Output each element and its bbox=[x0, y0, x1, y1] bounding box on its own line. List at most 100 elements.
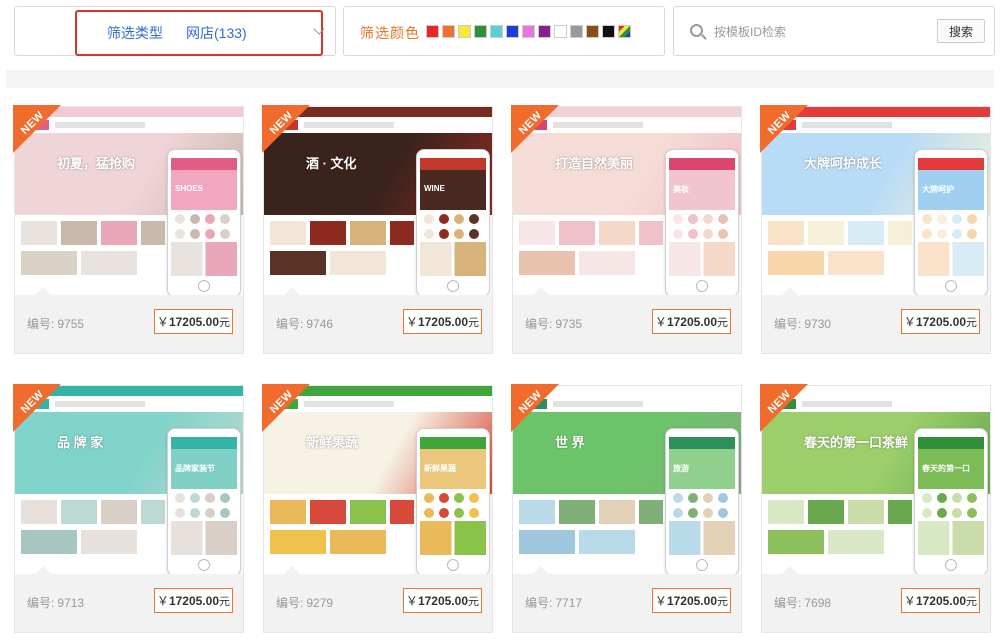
template-number: 编号: 7698 bbox=[774, 594, 831, 611]
mobile-header bbox=[420, 437, 486, 449]
search-button[interactable]: 搜索 bbox=[937, 19, 985, 43]
mobile-category-icon bbox=[937, 229, 947, 239]
phone-home-button bbox=[447, 559, 459, 571]
new-badge-label: NEW bbox=[516, 109, 545, 137]
template-card[interactable]: NEW 新鲜果蔬 新鲜果蔬 编号: 9279 ￥17205.00元 bbox=[262, 384, 493, 633]
price-currency: ￥ bbox=[903, 315, 916, 329]
color-swatch-11[interactable] bbox=[602, 25, 615, 38]
mobile-banner-title: 美妆 bbox=[673, 185, 689, 194]
price-currency: ￥ bbox=[654, 315, 667, 329]
template-number-value: 7717 bbox=[555, 596, 583, 610]
price-tag[interactable]: ￥17205.00元 bbox=[651, 309, 731, 334]
mobile-product-list bbox=[918, 242, 984, 276]
template-card[interactable]: NEW 春天的第一口茶鲜 春天的第一口 编号: 7698 ￥17205.00元 bbox=[760, 384, 991, 633]
mobile-category-icon bbox=[424, 508, 434, 518]
price-tag[interactable]: ￥17205.00元 bbox=[402, 309, 482, 334]
template-card[interactable]: NEW 大牌呵护成长 大牌呵护 编号: 9730 ￥17205.00元 bbox=[760, 105, 991, 354]
mobile-category-icon bbox=[688, 214, 698, 224]
mobile-category-icon bbox=[190, 229, 200, 239]
new-badge-label: NEW bbox=[516, 388, 545, 416]
preview-block bbox=[768, 500, 804, 524]
color-swatch-7[interactable] bbox=[538, 25, 551, 38]
template-id-search-input[interactable] bbox=[714, 19, 928, 45]
color-swatch-1[interactable] bbox=[442, 25, 455, 38]
mobile-category-icon bbox=[439, 214, 449, 224]
mobile-preview-screen: 春天的第一口 bbox=[918, 437, 984, 555]
template-number: 编号: 7717 bbox=[525, 594, 582, 611]
new-badge: NEW bbox=[511, 105, 571, 165]
template-number: 编号: 9730 bbox=[774, 315, 831, 332]
preview-block bbox=[639, 221, 663, 245]
template-number-label: 编号: bbox=[27, 317, 55, 331]
mobile-category-icon bbox=[703, 508, 713, 518]
template-card[interactable]: NEW 初夏，猛抢购 SHOES 编号: 9755 ￥17205.00元 bbox=[13, 105, 244, 354]
template-number-value: 9755 bbox=[57, 317, 85, 331]
template-number-label: 编号: bbox=[774, 317, 802, 331]
template-card[interactable]: NEW 打造自然美丽 美妆 编号: 9735 ￥17205.00元 bbox=[511, 105, 742, 354]
mobile-preview-screen: 美妆 bbox=[669, 158, 735, 276]
mobile-category-icon bbox=[922, 508, 932, 518]
color-swatch-9[interactable] bbox=[570, 25, 583, 38]
mobile-category-icon bbox=[922, 493, 932, 503]
preview-block bbox=[639, 500, 663, 524]
price-tag[interactable]: ￥17205.00元 bbox=[153, 309, 233, 334]
mobile-preview: 美妆 bbox=[665, 149, 739, 295]
template-number-label: 编号: bbox=[276, 317, 304, 331]
preview-block bbox=[350, 500, 386, 524]
price-tag[interactable]: ￥17205.00元 bbox=[900, 309, 980, 334]
mobile-product-list bbox=[918, 521, 984, 555]
price-unit: 元 bbox=[219, 317, 230, 329]
preview-block bbox=[519, 500, 555, 524]
preview-block bbox=[808, 221, 844, 245]
mobile-category-icon bbox=[205, 508, 215, 518]
mobile-category-icon bbox=[190, 214, 200, 224]
template-card[interactable]: NEW 世 界旅游 编号: 7717 ￥17205.00元 bbox=[511, 384, 742, 633]
price-tag[interactable]: ￥17205.00元 bbox=[900, 588, 980, 613]
card-footer: 编号: 7717 ￥17205.00元 bbox=[513, 566, 741, 632]
new-badge: NEW bbox=[760, 105, 820, 165]
mobile-category-icon bbox=[937, 214, 947, 224]
template-card[interactable]: NEW 酒 · 文化 WINE 编号: 9746 ￥17205.00元 bbox=[262, 105, 493, 354]
color-swatch-8[interactable] bbox=[554, 25, 567, 38]
template-number: 编号: 9279 bbox=[276, 594, 333, 611]
price-currency: ￥ bbox=[903, 594, 916, 608]
color-swatch-5[interactable] bbox=[506, 25, 519, 38]
preview-block bbox=[101, 221, 137, 245]
template-card[interactable]: NEW 品 牌 家品牌家装节 编号: 9713 ￥17205.00元 bbox=[13, 384, 244, 633]
price-value: 17205.00 bbox=[666, 315, 717, 329]
new-badge-label: NEW bbox=[18, 388, 47, 416]
color-swatch-3[interactable] bbox=[474, 25, 487, 38]
template-number: 编号: 9746 bbox=[276, 315, 333, 332]
preview-block bbox=[519, 530, 575, 554]
preview-block bbox=[21, 530, 77, 554]
mobile-preview: WINE bbox=[416, 149, 490, 295]
color-swatch-0[interactable] bbox=[426, 25, 439, 38]
color-swatch-10[interactable] bbox=[586, 25, 599, 38]
new-badge: NEW bbox=[760, 384, 820, 444]
mobile-header bbox=[171, 437, 237, 449]
mobile-product-list bbox=[171, 521, 237, 555]
preview-block bbox=[101, 500, 137, 524]
phone-home-button bbox=[198, 559, 210, 571]
new-badge: NEW bbox=[511, 384, 571, 444]
color-swatch-2[interactable] bbox=[458, 25, 471, 38]
mobile-category-icon bbox=[688, 508, 698, 518]
price-tag[interactable]: ￥17205.00元 bbox=[402, 588, 482, 613]
price-value: 17205.00 bbox=[168, 315, 219, 329]
template-number-value: 7698 bbox=[804, 596, 832, 610]
preview-block bbox=[808, 500, 844, 524]
type-filter-select[interactable]: 筛选类型 网店(133) bbox=[14, 6, 336, 56]
mobile-category-icon bbox=[673, 493, 683, 503]
price-tag[interactable]: ￥17205.00元 bbox=[153, 588, 233, 613]
color-swatch-6[interactable] bbox=[522, 25, 535, 38]
type-filter-value[interactable]: 网店(133) bbox=[186, 23, 247, 43]
price-tag[interactable]: ￥17205.00元 bbox=[651, 588, 731, 613]
search-icon bbox=[690, 24, 703, 37]
color-swatch-4[interactable] bbox=[490, 25, 503, 38]
mobile-category-icon bbox=[703, 214, 713, 224]
color-swatch-12[interactable] bbox=[618, 25, 631, 38]
mobile-category-icon bbox=[454, 508, 464, 518]
new-badge-label: NEW bbox=[267, 109, 296, 137]
mobile-category-icon bbox=[688, 229, 698, 239]
preview-block bbox=[141, 221, 165, 245]
